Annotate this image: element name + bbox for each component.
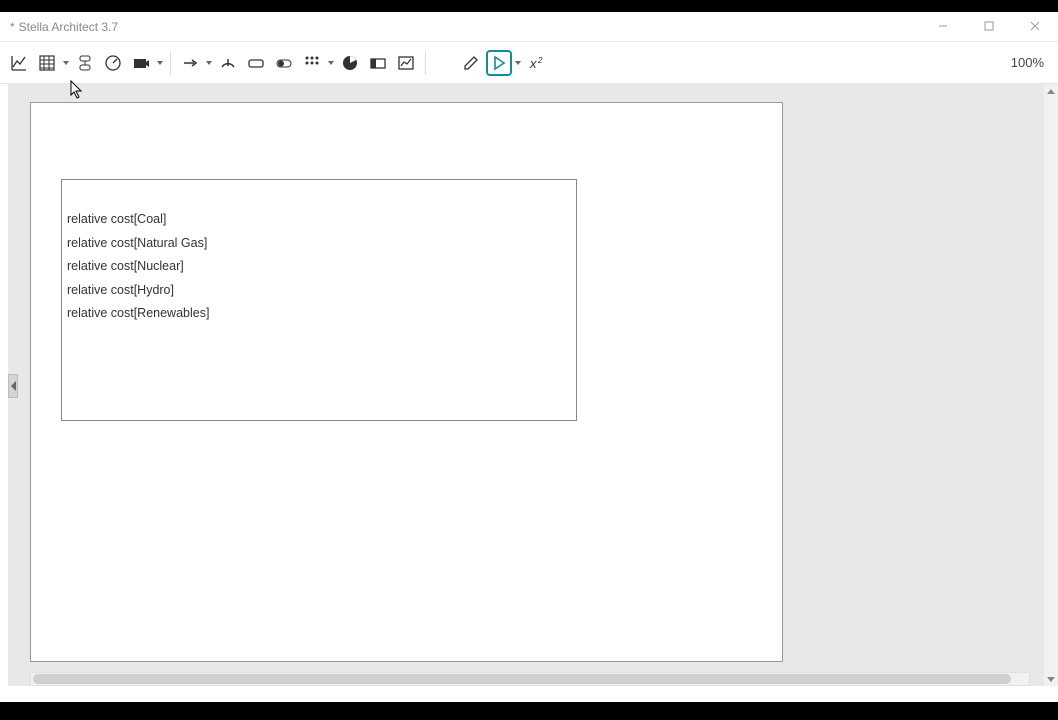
svg-text:x: x xyxy=(529,56,537,71)
variable-item[interactable]: relative cost[Hydro] xyxy=(67,279,571,303)
camera-dropdown[interactable] xyxy=(156,50,164,76)
grid-dropdown[interactable] xyxy=(327,50,335,76)
app-title-star: * xyxy=(10,20,15,34)
model-page[interactable]: relative cost[Coal] relative cost[Natura… xyxy=(30,102,783,662)
vertical-scrollbar[interactable] xyxy=(1044,84,1058,686)
left-panel-toggle[interactable] xyxy=(8,374,18,398)
bottom-border xyxy=(0,702,1058,720)
variable-item[interactable]: relative cost[Nuclear] xyxy=(67,255,571,279)
close-button[interactable] xyxy=(1012,12,1058,40)
maximize-button[interactable] xyxy=(966,12,1012,40)
variable-list-box[interactable]: relative cost[Coal] relative cost[Natura… xyxy=(61,179,577,421)
run-dropdown[interactable] xyxy=(514,50,522,76)
arrow-tool[interactable] xyxy=(177,50,203,76)
canvas[interactable]: relative cost[Coal] relative cost[Natura… xyxy=(20,84,1044,686)
workspace: relative cost[Coal] relative cost[Natura… xyxy=(8,84,1058,686)
arrow-dropdown[interactable] xyxy=(205,50,213,76)
scroll-up-button[interactable] xyxy=(1044,84,1058,98)
app-title: Stella Architect 3.7 xyxy=(19,20,118,34)
panel-tool[interactable] xyxy=(365,50,391,76)
separator xyxy=(425,51,426,75)
switch-tool[interactable] xyxy=(271,50,297,76)
chart-panel-tool[interactable] xyxy=(393,50,419,76)
grid-tool[interactable] xyxy=(299,50,325,76)
camera-tool[interactable] xyxy=(128,50,154,76)
edit-tool[interactable] xyxy=(458,50,484,76)
app-body: x2 100% relative cost[Coal] relative cos… xyxy=(0,42,1058,702)
table-tool[interactable] xyxy=(34,50,60,76)
scroll-down-button[interactable] xyxy=(1044,672,1058,686)
zoom-level[interactable]: 100% xyxy=(1011,55,1052,70)
minimize-button[interactable] xyxy=(920,12,966,40)
variable-item[interactable]: relative cost[Coal] xyxy=(67,208,571,232)
knob-tool[interactable] xyxy=(215,50,241,76)
run-button[interactable] xyxy=(486,50,512,76)
status-tool[interactable] xyxy=(72,50,98,76)
horizontal-scrollbar[interactable] xyxy=(30,672,1030,686)
variable-item[interactable]: relative cost[Natural Gas] xyxy=(67,232,571,256)
svg-text:2: 2 xyxy=(537,56,543,65)
gauge-tool[interactable] xyxy=(100,50,126,76)
pie-tool[interactable] xyxy=(337,50,363,76)
graph-tool[interactable] xyxy=(6,50,32,76)
table-dropdown[interactable] xyxy=(62,50,70,76)
toolbar: x2 100% xyxy=(0,42,1058,84)
button-tool[interactable] xyxy=(243,50,269,76)
titlebar: * Stella Architect 3.7 xyxy=(0,12,1058,42)
variable-item[interactable]: relative cost[Renewables] xyxy=(67,302,571,326)
equation-tool[interactable]: x2 xyxy=(524,50,550,76)
separator xyxy=(170,51,171,75)
